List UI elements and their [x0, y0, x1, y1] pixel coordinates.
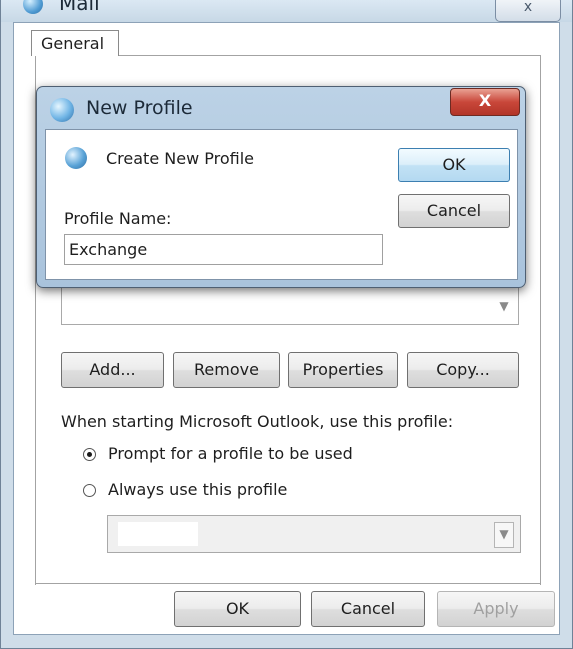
profile-globe-icon — [50, 98, 74, 122]
mail-app-icon — [23, 0, 43, 14]
dialog-close-button[interactable]: X — [450, 88, 520, 116]
tab-general[interactable]: General — [31, 30, 119, 56]
mail-close-button[interactable]: x — [495, 0, 561, 22]
apply-button[interactable]: Apply — [437, 591, 555, 627]
profile-name-label: Profile Name: — [64, 209, 172, 228]
always-radio[interactable] — [83, 484, 96, 497]
startup-profile-label: When starting Microsoft Outlook, use thi… — [61, 412, 454, 431]
cancel-button[interactable]: Cancel — [311, 591, 425, 627]
ok-button[interactable]: OK — [174, 591, 301, 627]
mail-window-title: Mail — [59, 0, 100, 15]
mail-titlebar: Mail x — [1, 0, 572, 22]
prompt-radio-label[interactable]: Prompt for a profile to be used — [108, 444, 353, 463]
profiles-list[interactable]: ▼ — [61, 287, 519, 325]
add-button[interactable]: Add... — [61, 352, 164, 388]
profile-globe-icon — [65, 147, 87, 169]
dialog-title: New Profile — [86, 97, 193, 119]
chevron-down-icon[interactable]: ▼ — [494, 522, 514, 548]
dialog-body: Create New Profile Profile Name: OK Canc… — [45, 129, 518, 280]
dialog-cancel-button[interactable]: Cancel — [398, 194, 510, 228]
remove-button[interactable]: Remove — [173, 352, 280, 388]
prompt-radio[interactable] — [83, 448, 96, 461]
new-profile-dialog: New Profile X Create New Profile Profile… — [36, 86, 526, 288]
profile-name-input[interactable] — [64, 234, 383, 265]
copy-button[interactable]: Copy... — [407, 352, 519, 388]
always-radio-label[interactable]: Always use this profile — [108, 480, 287, 499]
properties-button[interactable]: Properties — [288, 352, 398, 388]
chevron-down-icon[interactable]: ▼ — [494, 294, 514, 318]
dialog-ok-button[interactable]: OK — [398, 148, 510, 182]
tab-panel-divider — [35, 583, 541, 586]
always-profile-value — [118, 522, 198, 546]
create-profile-heading: Create New Profile — [106, 149, 254, 168]
always-profile-dropdown[interactable]: ▼ — [107, 515, 521, 553]
